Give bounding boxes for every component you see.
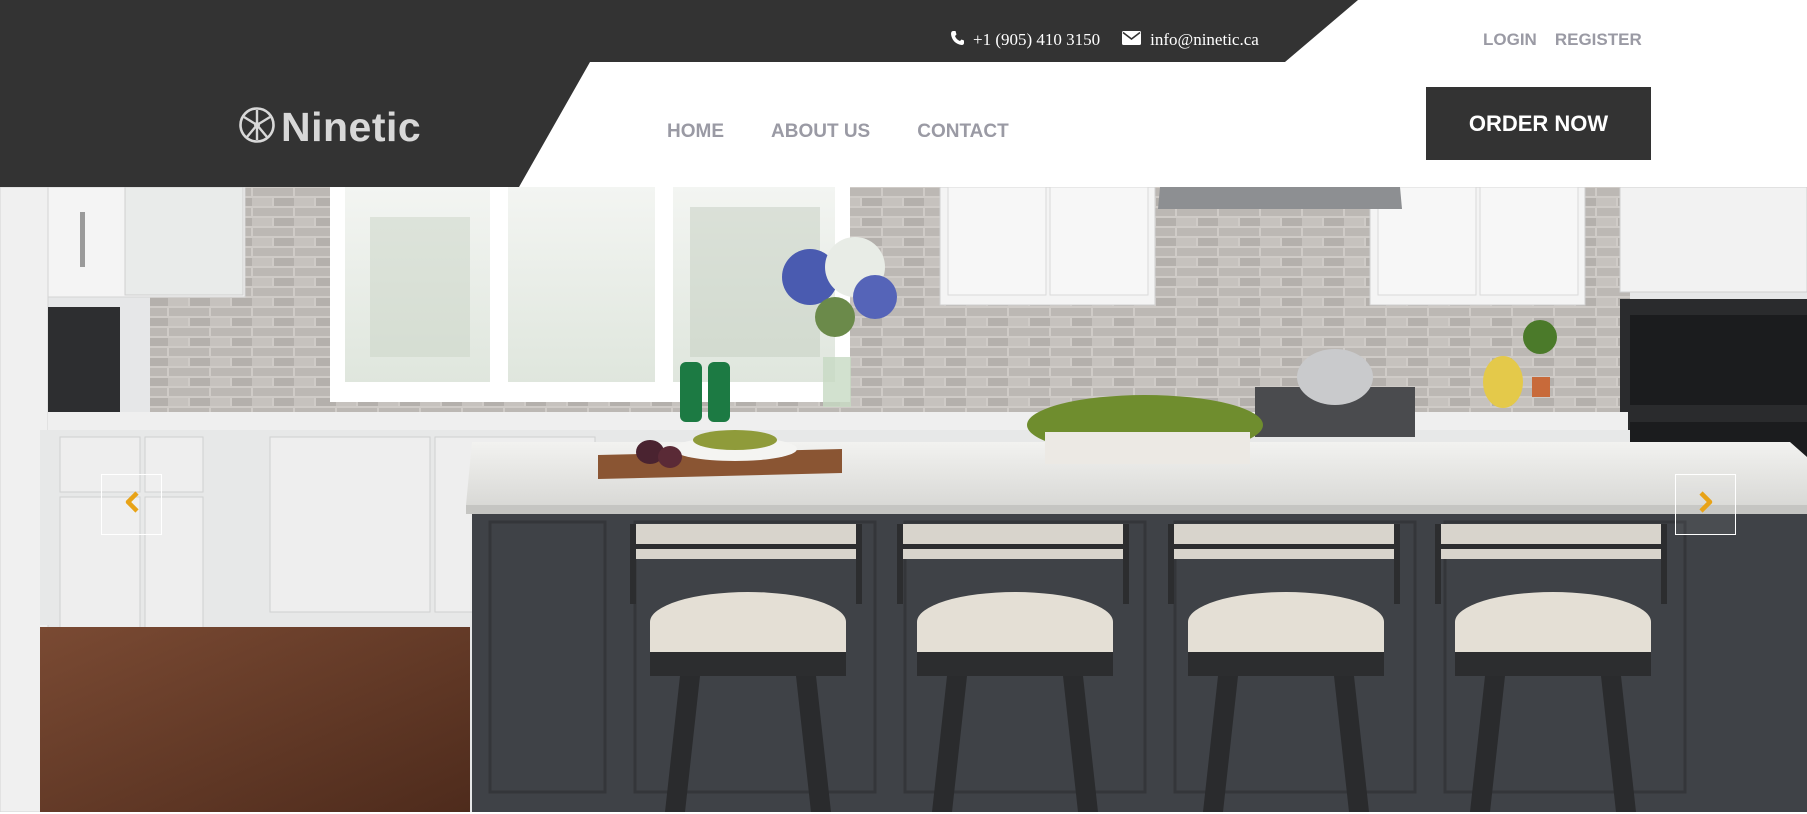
hero-slider xyxy=(0,187,1807,812)
hero-kitchen-image xyxy=(0,187,1807,812)
envelope-icon xyxy=(1122,30,1150,50)
phone-icon xyxy=(950,30,973,51)
main-nav: HOME ABOUT US CONTACT xyxy=(667,121,1056,143)
contact-bar: +1 (905) 410 3150 info@ninetic.ca xyxy=(950,28,1281,52)
brand-logo[interactable]: Ninetic xyxy=(238,104,421,151)
register-link[interactable]: REGISTER xyxy=(1555,30,1642,50)
email-address: info@ninetic.ca xyxy=(1150,30,1259,49)
chevron-right-icon xyxy=(1697,491,1715,518)
order-now-button[interactable]: ORDER NOW xyxy=(1426,87,1651,160)
brand-name: Ninetic xyxy=(281,104,422,150)
slider-prev-button[interactable] xyxy=(101,474,162,535)
chevron-left-icon xyxy=(123,491,141,518)
nav-about-us[interactable]: ABOUT US xyxy=(771,121,870,143)
phone-contact[interactable]: +1 (905) 410 3150 xyxy=(950,30,1100,51)
slider-next-button[interactable] xyxy=(1675,474,1736,535)
email-contact[interactable]: info@ninetic.ca xyxy=(1122,30,1259,50)
phone-number: +1 (905) 410 3150 xyxy=(973,30,1101,49)
ninetic-logo-icon xyxy=(238,106,276,149)
login-link[interactable]: LOGIN xyxy=(1483,30,1537,50)
auth-links: LOGIN REGISTER xyxy=(1483,30,1660,50)
nav-contact[interactable]: CONTACT xyxy=(917,121,1008,143)
nav-home[interactable]: HOME xyxy=(667,121,724,143)
